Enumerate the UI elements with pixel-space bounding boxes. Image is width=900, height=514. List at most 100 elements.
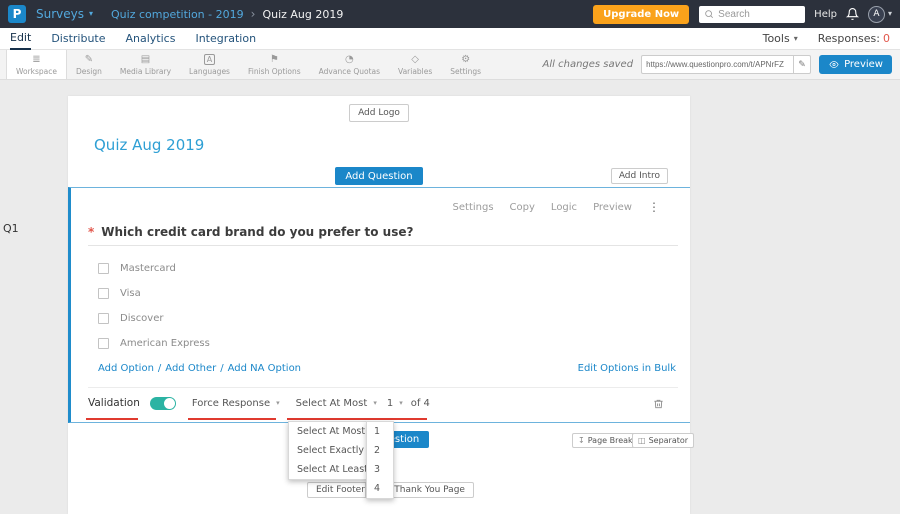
option-label[interactable]: Mastercard xyxy=(120,262,176,275)
question-block[interactable]: Settings Copy Logic Preview ⋮ * Which cr… xyxy=(68,187,690,423)
add-na-option-link[interactable]: Add NA Option xyxy=(228,362,301,375)
count-menu-item[interactable]: 4 xyxy=(367,479,393,498)
avatar: A xyxy=(867,5,885,23)
question-more-menu-icon[interactable]: ⋮ xyxy=(648,201,660,214)
toolbar-item-workspace[interactable]: ≣ Workspace xyxy=(6,50,67,79)
edit-footer-button[interactable]: Edit Footer xyxy=(307,482,374,498)
toolbar-item-languages[interactable]: A Languages xyxy=(180,50,239,79)
surveys-label: Surveys xyxy=(36,7,84,21)
search-box[interactable] xyxy=(699,5,806,23)
surveys-menu[interactable]: Surveys ▾ xyxy=(36,7,93,21)
add-option-link[interactable]: Add Option xyxy=(98,362,154,375)
separator-button[interactable]: ◫ Separator xyxy=(632,433,695,448)
question-text-row: * Which credit card brand do you prefer … xyxy=(88,224,678,240)
count-menu-item[interactable]: 3 xyxy=(367,460,393,479)
option-label[interactable]: Discover xyxy=(120,312,164,325)
rule-menu-item[interactable]: Select At Least xyxy=(289,460,368,479)
checkbox[interactable] xyxy=(98,263,109,274)
responses-count[interactable]: Responses: 0 xyxy=(818,32,890,45)
toolbar-item-label: Languages xyxy=(189,66,230,76)
question-text[interactable]: Which credit card brand do you prefer to… xyxy=(101,224,413,240)
preview-label: Preview xyxy=(844,59,883,70)
answer-option-row: Visa xyxy=(98,287,678,300)
add-logo-button[interactable]: Add Logo xyxy=(349,104,409,122)
slash-separator: / xyxy=(157,363,162,374)
force-response-value: Force Response xyxy=(191,398,271,409)
selection-count-dropdown[interactable]: 1 ▾ xyxy=(387,397,403,410)
tab-integration[interactable]: Integration xyxy=(195,28,256,50)
question-settings-link[interactable]: Settings xyxy=(453,201,494,214)
validation-toggle[interactable] xyxy=(149,397,176,410)
workspace-toolbar: ≣ Workspace ✎ Design ▤ Media Library A L… xyxy=(0,50,900,80)
question-number-label: Q1 xyxy=(3,222,19,235)
checkbox[interactable] xyxy=(98,313,109,324)
required-asterisk: * xyxy=(88,225,95,239)
add-intro-button[interactable]: Add Intro xyxy=(610,168,668,184)
toolbar-item-finish-options[interactable]: ⚑ Finish Options xyxy=(239,50,310,79)
selection-rule-value: Select At Most xyxy=(295,398,368,409)
option-label[interactable]: American Express xyxy=(120,337,210,350)
help-link[interactable]: Help xyxy=(814,9,837,20)
selection-rule-menu: Select At Most Select Exactly Select At … xyxy=(288,421,368,480)
toolbar-item-advance-quotas[interactable]: ◔ Advance Quotas xyxy=(310,50,389,79)
tab-analytics[interactable]: Analytics xyxy=(126,28,176,50)
question-text-underline xyxy=(88,245,678,246)
questionpro-logo[interactable]: P xyxy=(8,5,26,23)
delete-question-icon[interactable] xyxy=(653,398,664,410)
languages-icon: A xyxy=(203,53,216,65)
add-question-button-top[interactable]: Add Question xyxy=(335,167,423,185)
selection-rule-dropdown[interactable]: Select At Most ▾ xyxy=(296,397,377,410)
page-break-icon: ↧ xyxy=(578,436,585,445)
add-question-row: Add Question Add Intro xyxy=(68,167,690,185)
tab-edit[interactable]: Edit xyxy=(10,28,32,50)
advance-quotas-icon: ◔ xyxy=(344,53,354,65)
pencil-icon: ✎ xyxy=(798,59,806,70)
separator-icon: ◫ xyxy=(638,436,646,445)
toolbar-item-label: Media Library xyxy=(119,66,172,76)
question-copy-link[interactable]: Copy xyxy=(510,201,535,214)
toolbar-item-label: Design xyxy=(76,66,102,76)
page-break-button[interactable]: ↧ Page Break xyxy=(572,433,639,448)
survey-url-input[interactable] xyxy=(642,60,794,69)
force-response-dropdown[interactable]: Force Response ▾ xyxy=(192,397,280,410)
edit-url-button[interactable]: ✎ xyxy=(793,56,810,73)
settings-gear-icon: ⚙ xyxy=(461,53,471,65)
rule-menu-item[interactable]: Select Exactly xyxy=(289,441,367,460)
annotation-underline xyxy=(287,418,427,420)
upgrade-now-button[interactable]: Upgrade Now xyxy=(593,4,690,24)
count-menu-item[interactable]: 2 xyxy=(367,441,393,460)
question-preview-link[interactable]: Preview xyxy=(593,201,632,214)
tab-distribute[interactable]: Distribute xyxy=(51,28,105,50)
add-other-link[interactable]: Add Other xyxy=(165,362,216,375)
toolbar-item-design[interactable]: ✎ Design xyxy=(67,50,111,79)
finish-options-icon: ⚑ xyxy=(269,53,279,65)
notifications-bell-icon[interactable] xyxy=(845,7,859,21)
survey-title[interactable]: Quiz Aug 2019 xyxy=(94,136,690,155)
toolbar-item-settings[interactable]: ⚙ Settings xyxy=(441,50,490,79)
preview-button[interactable]: Preview xyxy=(819,55,892,74)
checkbox[interactable] xyxy=(98,338,109,349)
option-label[interactable]: Visa xyxy=(120,287,141,300)
slash-separator: / xyxy=(220,363,224,374)
eye-icon xyxy=(829,61,839,68)
rule-menu-item[interactable]: Select At Most xyxy=(289,422,367,441)
checkbox[interactable] xyxy=(98,288,109,299)
search-input[interactable] xyxy=(718,8,799,20)
breadcrumb-folder[interactable]: Quiz competition - 2019 xyxy=(111,8,244,21)
edit-options-in-bulk-link[interactable]: Edit Options in Bulk xyxy=(578,362,676,375)
answer-option-row: American Express xyxy=(98,337,678,350)
toolbar-item-variables[interactable]: ◇ Variables xyxy=(389,50,441,79)
tools-label: Tools xyxy=(762,32,790,45)
toggle-knob xyxy=(163,398,175,409)
question-logic-link[interactable]: Logic xyxy=(551,201,577,214)
toolbar-item-label: Workspace xyxy=(16,66,57,76)
account-menu[interactable]: A ▾ xyxy=(867,5,892,23)
toolbar-item-label: Advance Quotas xyxy=(318,66,381,76)
toolbar-item-media-library[interactable]: ▤ Media Library xyxy=(111,50,180,79)
tools-menu[interactable]: Tools ▾ xyxy=(763,32,798,45)
answer-option-row: Discover xyxy=(98,312,678,325)
topbar: P Surveys ▾ Quiz competition - 2019 › Qu… xyxy=(0,0,900,28)
count-menu-item[interactable]: 1 xyxy=(367,422,393,441)
logo-row: Add Logo xyxy=(68,96,690,122)
answer-options: Mastercard Visa Discover American Expres… xyxy=(88,262,678,350)
